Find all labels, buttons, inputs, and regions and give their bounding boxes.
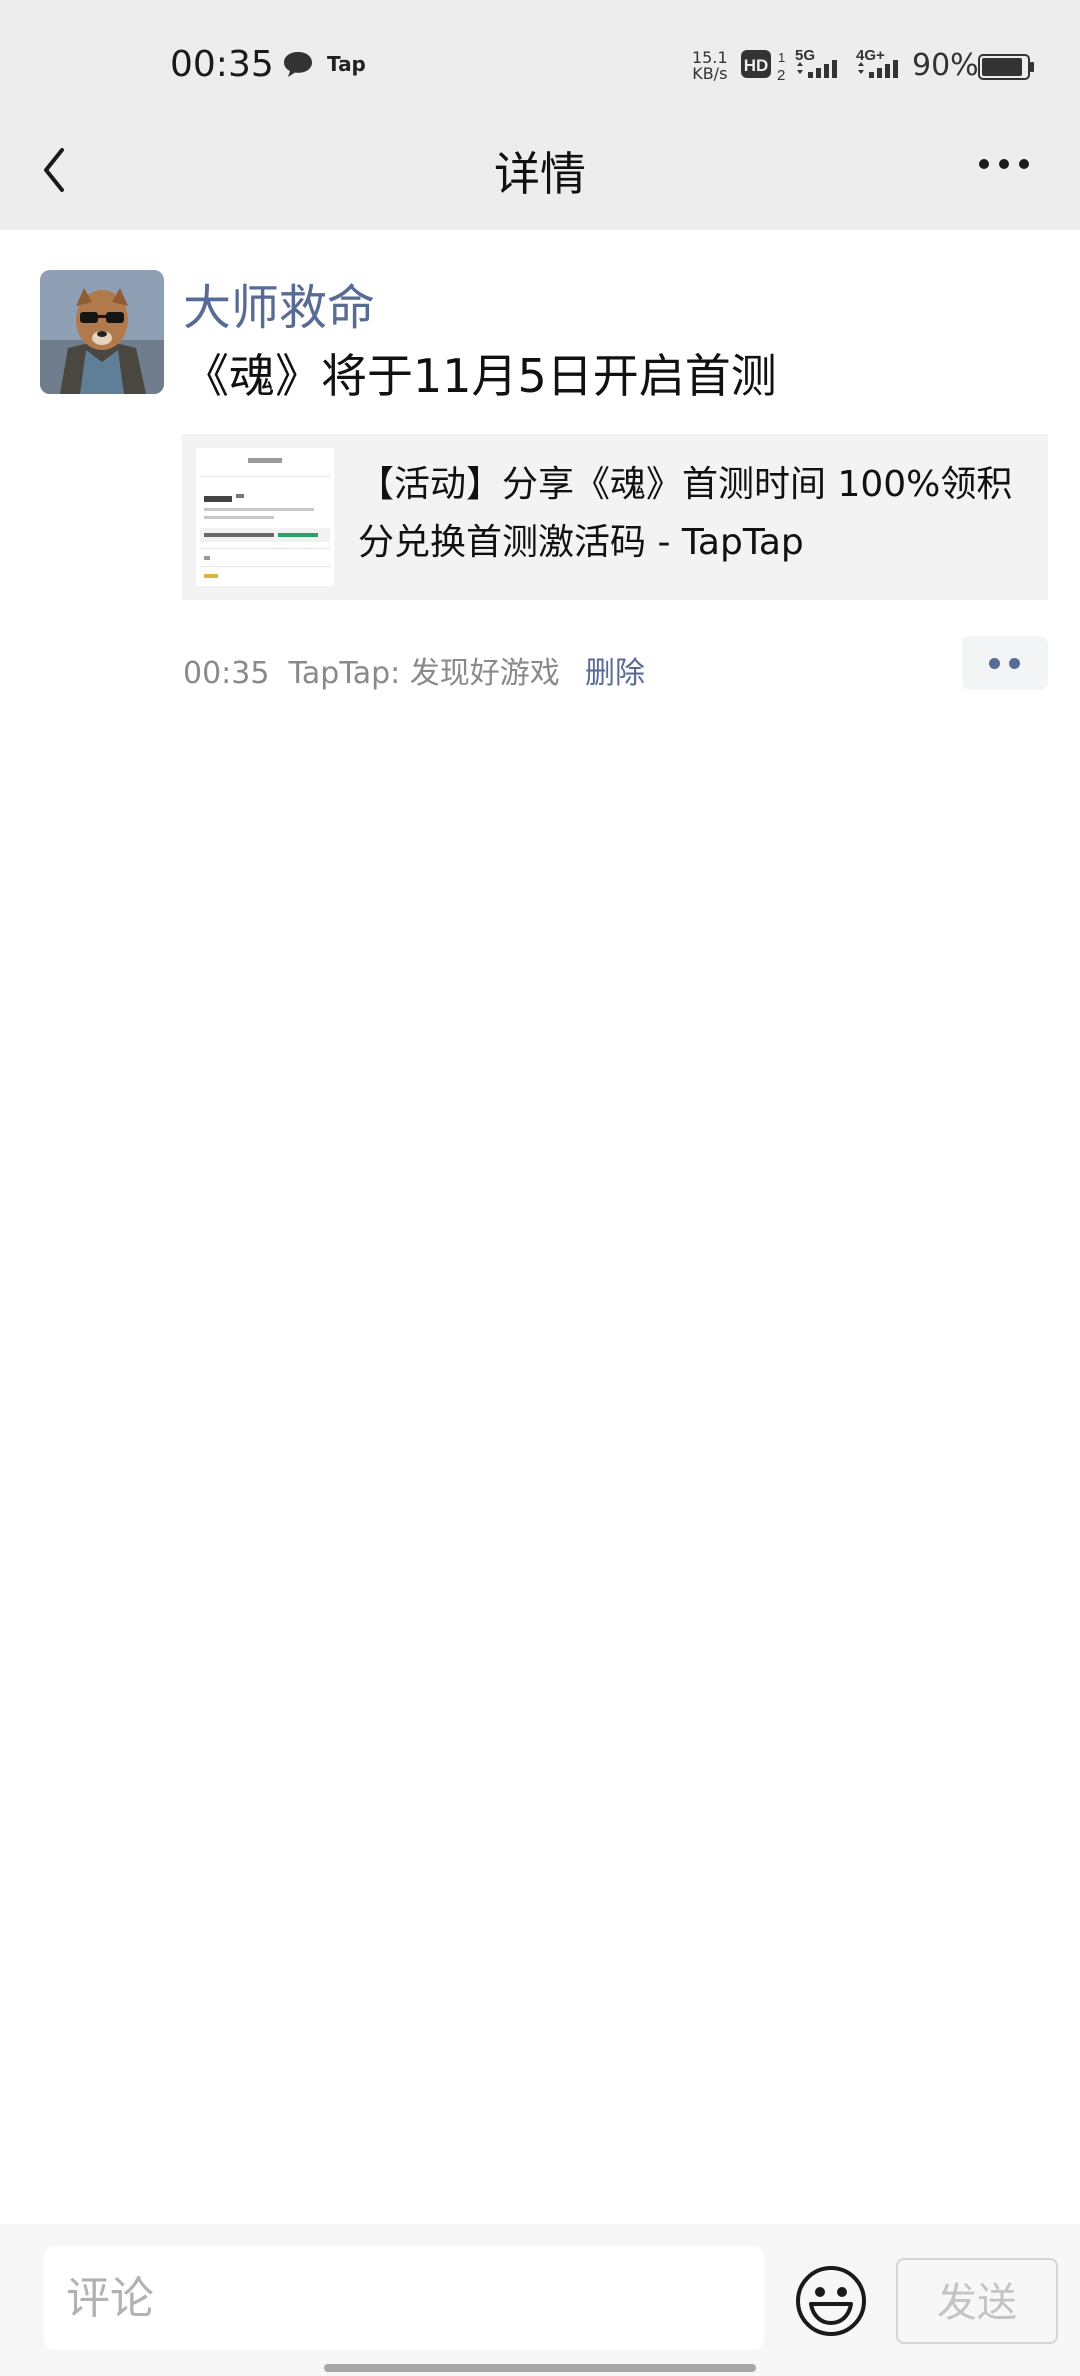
avatar-image (40, 270, 164, 394)
svg-text:5G: 5G (795, 47, 815, 64)
post-text: 《魂》将于11月5日开启首测 (183, 349, 777, 403)
chat-bubble-icon (284, 52, 312, 77)
home-indicator[interactable] (324, 2364, 756, 2372)
post-time: 00:35 (183, 656, 270, 691)
link-card[interactable]: 【活动】分享《魂》首测时间 100%领积分兑换首测激活码 - TapTap (182, 434, 1048, 600)
emoji-icon[interactable] (794, 2264, 868, 2338)
author-name[interactable]: 大师救命 (183, 268, 375, 338)
post-meta: 00:35 TapTap: 发现好游戏 (183, 648, 560, 692)
link-title: 【活动】分享《魂》首测时间 100%领积分兑换首测激活码 - TapTap (358, 464, 1013, 563)
thumbnail-image (196, 448, 334, 586)
hd-voice-icon: HD 1 2 (741, 50, 785, 82)
link-thumbnail (196, 448, 334, 586)
action-dot-icon (1009, 658, 1020, 669)
svg-text:2: 2 (777, 67, 785, 82)
battery-icon (978, 54, 1034, 80)
svg-text:1: 1 (778, 50, 785, 65)
signal-4g-icon: 4G+ (856, 47, 898, 78)
network-speed: 15.1 KB/s (692, 50, 728, 82)
action-dot-icon (989, 658, 1000, 669)
signal-5g-icon: 5G (795, 47, 837, 78)
status-bar: 00:35 Tap 15.1 KB/s HD 1 2 5G 4G+ 90% (0, 0, 1080, 132)
nav-bar: 详情 (0, 132, 1080, 230)
status-time: 00:35 (170, 44, 274, 85)
more-options-icon[interactable] (976, 154, 1032, 174)
author-avatar[interactable] (40, 270, 164, 394)
post-source[interactable]: TapTap: 发现好游戏 (289, 656, 560, 691)
comment-input[interactable] (44, 2246, 764, 2350)
delete-button[interactable]: 删除 (585, 648, 645, 692)
comment-bar: 发送 (0, 2224, 1080, 2376)
taptap-notification-icon: Tap (327, 52, 366, 76)
svg-text:HD: HD (744, 56, 769, 75)
network-speed-unit: KB/s (692, 64, 728, 83)
battery-percentage: 90% (912, 48, 979, 83)
like-comment-button[interactable] (962, 636, 1048, 690)
page-title: 详情 (494, 147, 586, 201)
svg-text:4G+: 4G+ (856, 47, 885, 64)
send-button[interactable]: 发送 (896, 2258, 1058, 2344)
